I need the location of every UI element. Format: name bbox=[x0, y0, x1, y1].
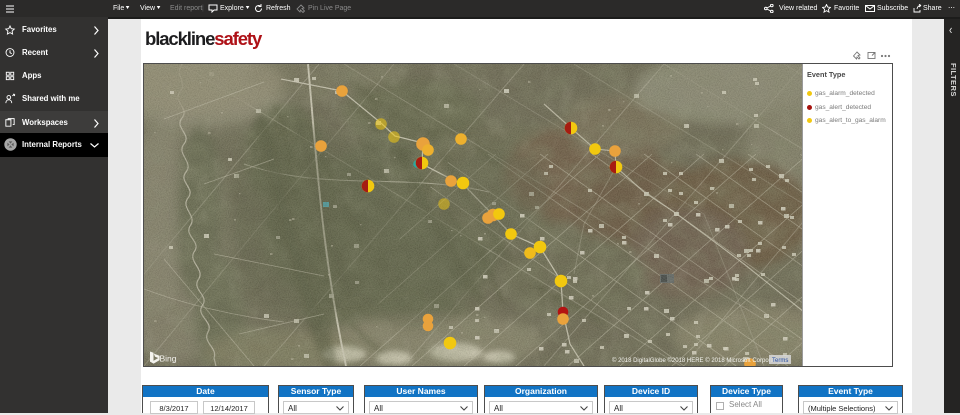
svg-text:© 2018 DigitalGlobe ©2018 HERE: © 2018 DigitalGlobe ©2018 HERE © 2018 Mi… bbox=[612, 357, 784, 364]
svg-text:Bing: Bing bbox=[160, 354, 177, 364]
svg-text:Terms: Terms bbox=[772, 358, 788, 364]
